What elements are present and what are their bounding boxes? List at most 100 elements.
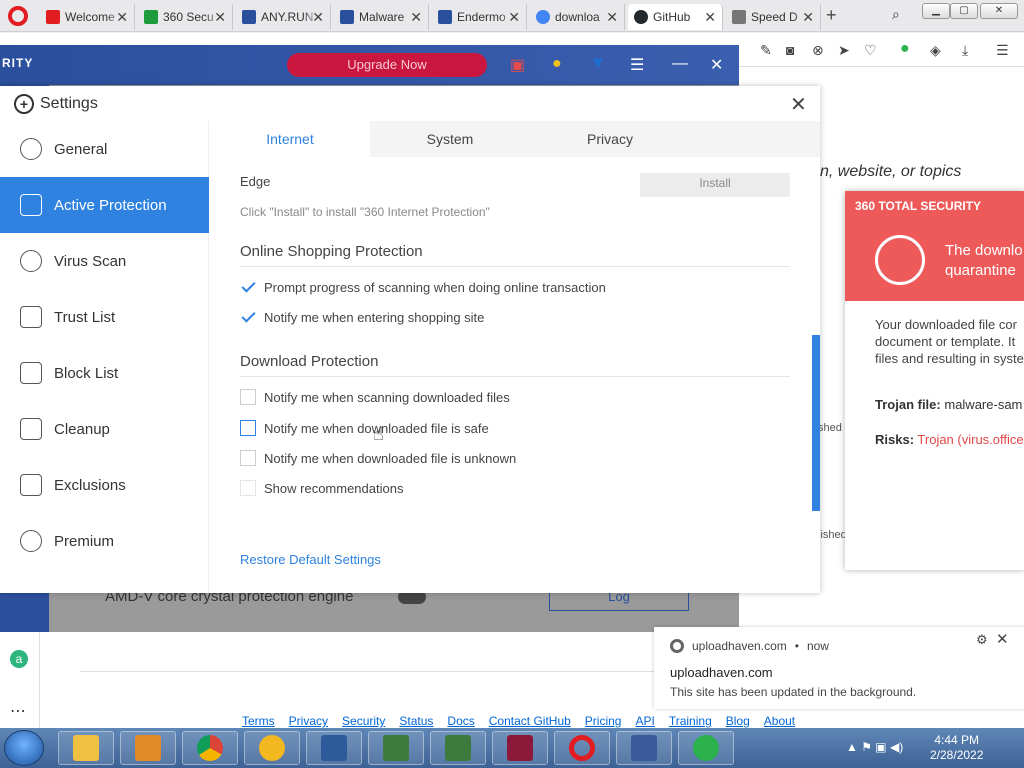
taskbar-key-app[interactable]	[244, 731, 300, 765]
send-icon[interactable]: ➤	[838, 42, 850, 59]
footer-link-training[interactable]: Training	[669, 714, 712, 728]
close-icon[interactable]: ✕	[312, 9, 324, 26]
footer-link-privacy[interactable]: Privacy	[289, 714, 328, 728]
nav-item-premium[interactable]: Premium	[0, 513, 209, 569]
nav-item-block-list[interactable]: Block List	[0, 345, 209, 401]
tab-speed[interactable]: Speed D ✕	[726, 4, 821, 30]
heart-icon[interactable]: ♡	[864, 42, 877, 59]
tab-github[interactable]: GitHub ✕	[628, 4, 723, 30]
checkbox-checked[interactable]	[240, 309, 256, 325]
taskbar-terminal-2[interactable]	[430, 731, 486, 765]
option-shopping-site[interactable]: Notify me when entering shopping site	[240, 309, 484, 325]
taskbar-facebook[interactable]	[616, 731, 672, 765]
footer-link-api[interactable]: API	[635, 714, 654, 728]
more-icon[interactable]: ⋯	[10, 701, 26, 721]
taskbar-opera[interactable]	[554, 731, 610, 765]
search-icon[interactable]: ⌕	[892, 6, 900, 23]
tab-anyrun[interactable]: ANY.RUN ✕	[236, 4, 331, 30]
option-file-unknown[interactable]: Notify me when downloaded file is unknow…	[240, 450, 516, 466]
close-icon[interactable]: ✕	[508, 9, 520, 26]
new-tab-icon[interactable]: +	[826, 5, 837, 26]
checkbox[interactable]	[240, 420, 256, 436]
minimize-icon[interactable]: ▁	[922, 3, 950, 19]
tab-360[interactable]: 360 Secu ✕	[138, 4, 233, 30]
scrollbar[interactable]	[812, 335, 820, 511]
install-button[interactable]: Install	[640, 173, 790, 197]
checkbox-checked[interactable]	[240, 279, 256, 295]
option-scanning-downloads[interactable]: Notify me when scanning downloaded files	[240, 389, 510, 405]
gear-icon[interactable]: ⚙	[976, 632, 988, 648]
close-icon[interactable]: ✕	[710, 55, 723, 75]
vpn-check-icon[interactable]: ●	[900, 40, 910, 58]
tab-system[interactable]: System	[370, 121, 530, 157]
install-label: Install	[699, 176, 731, 190]
footer-link-blog[interactable]: Blog	[726, 714, 750, 728]
taskbar-360[interactable]	[678, 731, 734, 765]
checkbox[interactable]	[240, 480, 256, 496]
aria-icon[interactable]: a	[10, 650, 28, 668]
close-icon[interactable]: ✕	[704, 9, 716, 26]
tab-internet[interactable]: Internet	[210, 121, 370, 157]
option-recommendations[interactable]: Show recommendations	[240, 480, 403, 496]
close-icon[interactable]: ✕	[214, 9, 226, 26]
menu-icon[interactable]: ☰	[630, 55, 644, 75]
close-icon[interactable]: ✕	[802, 9, 814, 26]
taskbar-winrar[interactable]	[492, 731, 548, 765]
taskbar-explorer[interactable]	[58, 731, 114, 765]
close-icon[interactable]: ✕	[606, 9, 618, 26]
risks-label: Risks:	[875, 432, 915, 447]
shirt-icon[interactable]: ▼	[590, 55, 606, 73]
nav-item-general[interactable]: General	[0, 121, 209, 177]
nav-item-trust-list[interactable]: Trust List	[0, 289, 209, 345]
footer-link-security[interactable]: Security	[342, 714, 385, 728]
toast-time: now	[806, 639, 829, 653]
footer-link-pricing[interactable]: Pricing	[585, 714, 622, 728]
edit-icon[interactable]: ✎	[760, 42, 772, 59]
nav-item-active-protection[interactable]: Active Protection	[0, 177, 209, 233]
option-file-safe[interactable]: Notify me when downloaded file is safe	[240, 420, 489, 436]
coin-icon[interactable]: ●	[552, 55, 562, 73]
camera-icon[interactable]: ◙	[786, 42, 794, 58]
tab-endermo[interactable]: Endermo ✕	[432, 4, 527, 30]
block-icon[interactable]: ⊗	[812, 42, 824, 59]
download-icon[interactable]: ⤓	[962, 42, 968, 59]
tab-download[interactable]: downloa ✕	[530, 4, 625, 30]
cube-icon[interactable]: ◈	[930, 42, 941, 59]
option-scan-transaction[interactable]: Prompt progress of scanning when doing o…	[240, 279, 606, 295]
taskbar-terminal-1[interactable]	[368, 731, 424, 765]
minimize-icon[interactable]: —	[672, 55, 688, 73]
footer-link-docs[interactable]: Docs	[447, 714, 474, 728]
settings-sliders-icon[interactable]: ☰	[996, 42, 1009, 59]
footer-link-contact[interactable]: Contact GitHub	[489, 714, 571, 728]
maximize-icon[interactable]: ▢	[950, 3, 978, 19]
footer-link-about[interactable]: About	[764, 714, 795, 728]
footer-link-status[interactable]: Status	[399, 714, 433, 728]
taskbar-media[interactable]	[120, 731, 176, 765]
nav-item-cleanup[interactable]: Cleanup	[0, 401, 209, 457]
system-tray-icons[interactable]: ▲ ⚑ ▣ ◀)	[846, 740, 903, 754]
tab-welcome[interactable]: Welcome ✕	[40, 4, 135, 30]
nav-item-virus-scan[interactable]: Virus Scan	[0, 233, 209, 289]
checkbox[interactable]	[240, 389, 256, 405]
notification-toast[interactable]: uploadhaven.com • now ⚙ ✕ uploadhaven.co…	[654, 627, 1024, 709]
taskbar-chrome[interactable]	[182, 731, 238, 765]
gift-icon[interactable]: ▣	[510, 55, 525, 75]
restore-defaults-link[interactable]: Restore Default Settings	[240, 552, 381, 567]
footer-link-terms[interactable]: Terms	[242, 714, 275, 728]
close-icon[interactable]: ✕	[996, 630, 1009, 648]
taskbar-virtualbox[interactable]	[306, 731, 362, 765]
nav-item-exclusions[interactable]: Exclusions	[0, 457, 209, 513]
close-icon[interactable]: ✕	[116, 9, 128, 26]
opera-logo-icon[interactable]	[8, 6, 28, 26]
start-button[interactable]	[4, 730, 44, 766]
clock[interactable]: 4:44 PM 2/28/2022	[930, 733, 983, 763]
checkbox[interactable]	[240, 450, 256, 466]
close-icon[interactable]: ✕	[410, 9, 422, 26]
close-icon[interactable]: ✕	[790, 92, 807, 117]
upgrade-now-button[interactable]: Upgrade Now	[287, 53, 487, 77]
popup-body-line: document or template. It	[875, 334, 1016, 349]
tab-malware[interactable]: Malware ✕	[334, 4, 429, 30]
close-window-icon[interactable]: ✕	[980, 3, 1018, 19]
settings-title: + Settings	[14, 94, 98, 114]
tab-privacy[interactable]: Privacy	[530, 121, 690, 157]
